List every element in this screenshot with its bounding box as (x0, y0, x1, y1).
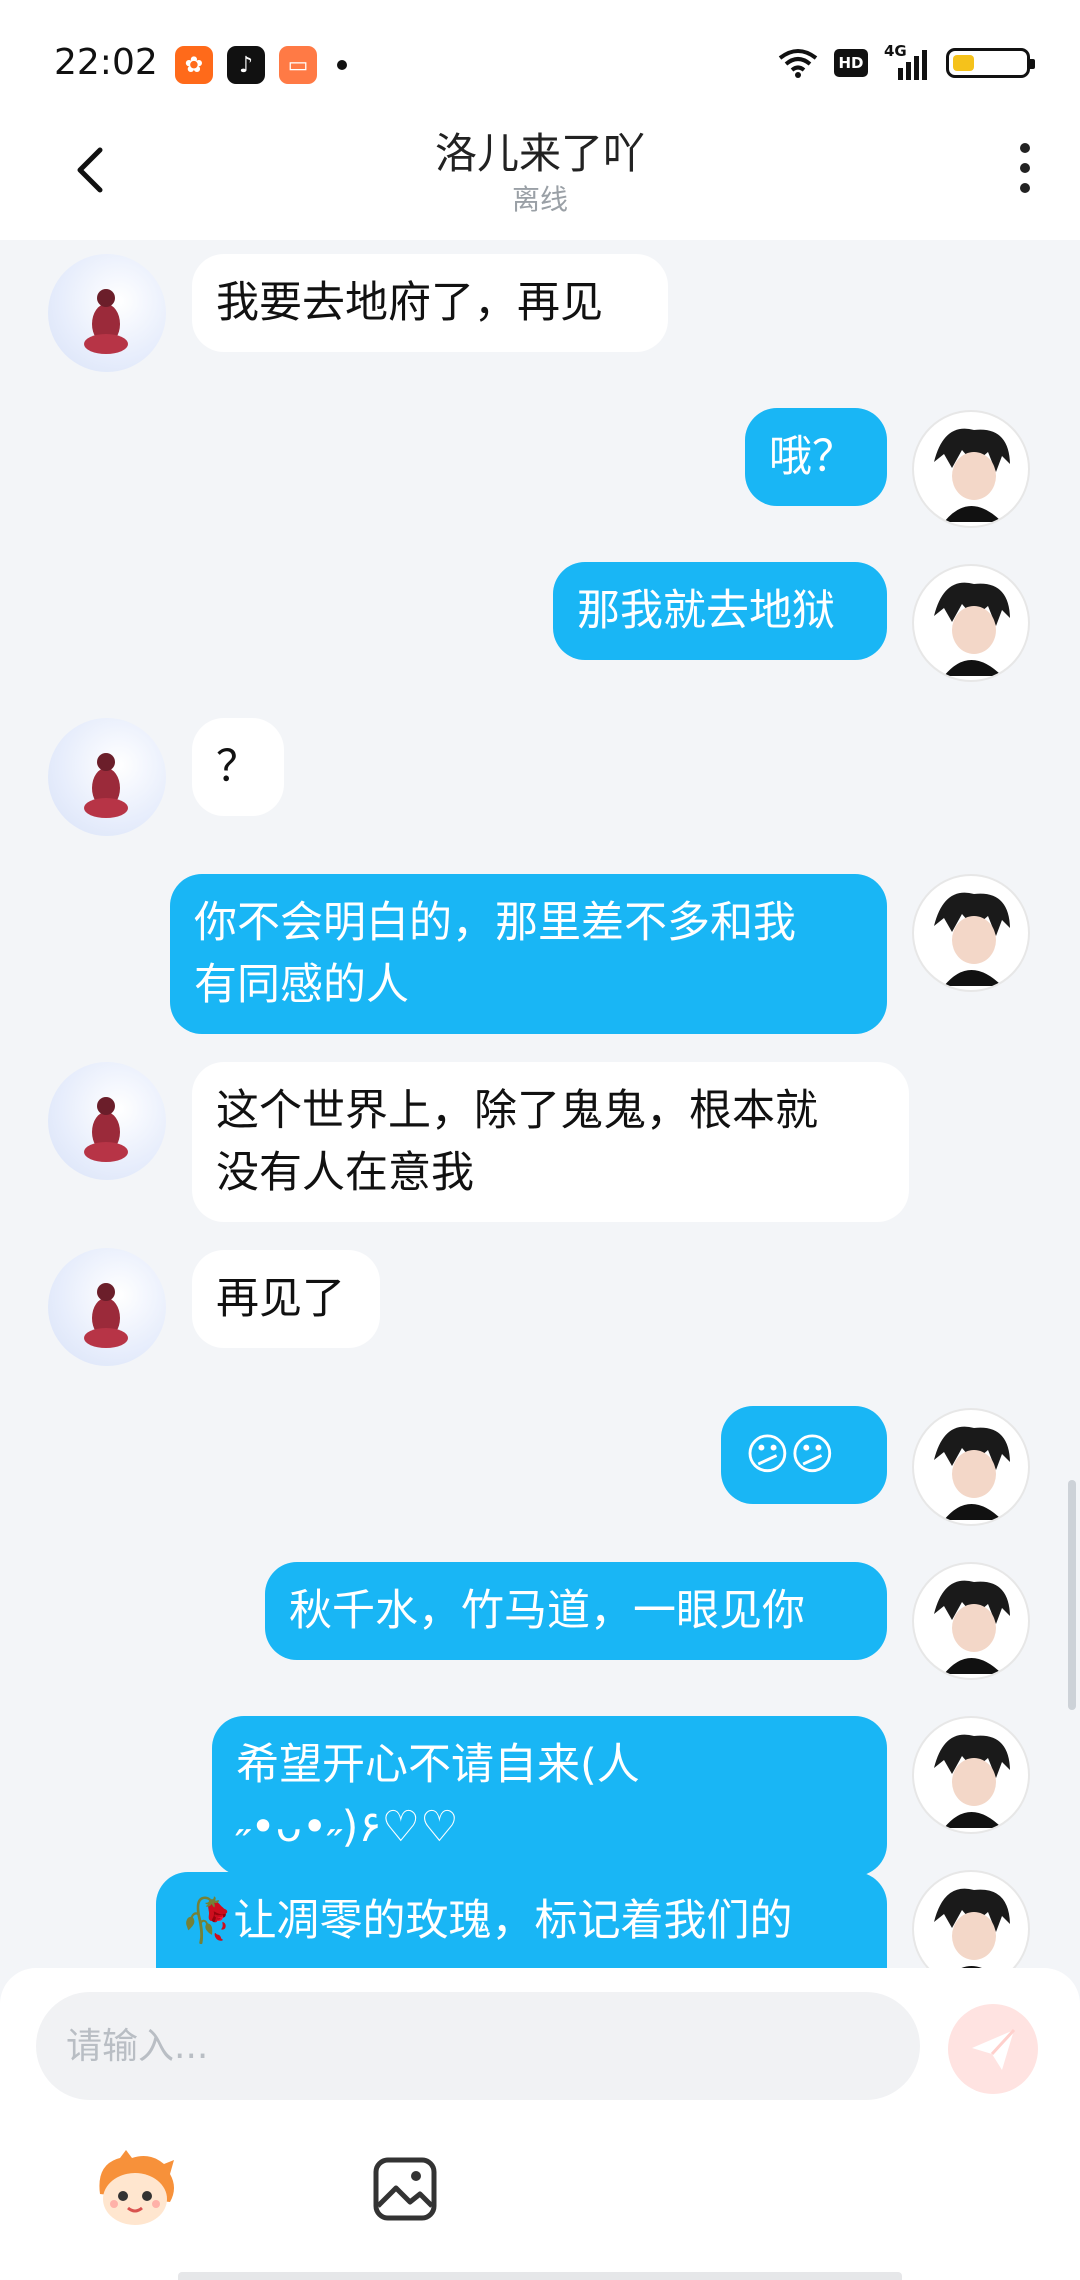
my-avatar[interactable] (912, 1408, 1030, 1526)
message-line: 没有人在意我 (216, 1148, 474, 1198)
douyin-app-icon: ♪ (227, 46, 265, 84)
status-bar: 22:02 ✿ ♪ ▭ HD 4G (0, 0, 1080, 120)
image-icon (373, 2157, 437, 2221)
outgoing-message[interactable]: 那我就去地狱 (553, 562, 887, 660)
reader-app-icon: ▭ (279, 46, 317, 84)
image-button[interactable] (360, 2144, 450, 2234)
incoming-message[interactable]: ？ (192, 718, 284, 816)
outgoing-message[interactable]: 秋千水，竹马道，一眼见你 (265, 1562, 887, 1660)
more-notifications-dot (337, 60, 347, 70)
outgoing-message[interactable]: 希望开心不请自来(人 ˶•ᴗ•˶)۶♡♡ (212, 1716, 887, 1876)
chat-header: 洛儿来了吖 离线 (0, 120, 1080, 240)
sticker-button[interactable] (90, 2144, 180, 2234)
gesture-bar (178, 2272, 902, 2280)
message-line: 有同感的人 (194, 960, 409, 1010)
incoming-message[interactable]: 再见了 (192, 1250, 380, 1348)
contact-avatar[interactable] (48, 1248, 166, 1366)
outgoing-message[interactable]: 你不会明白的，那里差不多和我 有同感的人 (170, 874, 887, 1034)
my-avatar[interactable] (912, 1716, 1030, 1834)
my-avatar[interactable] (912, 874, 1030, 992)
status-app-icons: ✿ ♪ ▭ (175, 46, 347, 84)
my-avatar[interactable] (912, 1870, 1030, 1968)
incoming-message[interactable]: 这个世界上，除了鬼鬼，根本就 没有人在意我 (192, 1062, 909, 1222)
my-avatar[interactable] (912, 1562, 1030, 1680)
outgoing-message[interactable]: 🥀让凋零的玫瑰，标记着我们的 (156, 1872, 887, 1968)
chat-scrollbar[interactable] (1068, 1480, 1076, 1710)
outgoing-message[interactable]: 😕😕 (721, 1406, 887, 1504)
battery-level (953, 55, 974, 71)
outgoing-message[interactable]: 哦？ (745, 408, 887, 506)
signal-icon: 4G (884, 42, 930, 80)
more-button[interactable] (1000, 138, 1050, 198)
contact-avatar[interactable] (48, 254, 166, 372)
sticker-icon (99, 2150, 174, 2225)
send-button[interactable] (948, 2004, 1038, 2094)
chat-title: 洛儿来了吖 (434, 129, 645, 178)
message-input[interactable] (36, 1992, 920, 2100)
contact-avatar[interactable] (48, 718, 166, 836)
message-composer (0, 1968, 1080, 2280)
message-line: 这个世界上，除了鬼鬼，根本就 (216, 1086, 818, 1136)
wifi-icon (778, 49, 818, 78)
incoming-message[interactable]: 我要去地府了，再见 (192, 254, 668, 352)
battery-icon (946, 48, 1035, 78)
my-avatar[interactable] (912, 410, 1030, 528)
kuaishou-app-icon: ✿ (175, 46, 213, 84)
more-vertical-icon (1020, 143, 1030, 153)
contact-avatar[interactable] (48, 1062, 166, 1180)
chat-messages[interactable]: 我要去地府了，再见 哦？ 那我就去地狱 ？ 你不会明白的，那里差不多和我 有同感… (0, 240, 1080, 1968)
contact-status: 离线 (511, 183, 568, 216)
status-time: 22:02 (54, 42, 158, 83)
my-avatar[interactable] (912, 564, 1030, 682)
message-line: 你不会明白的，那里差不多和我 (194, 898, 796, 948)
status-indicators: HD 4G (778, 42, 1035, 80)
send-icon (972, 2028, 1016, 2070)
hd-voice-icon: HD (834, 49, 868, 77)
network-type: 4G (884, 42, 907, 60)
